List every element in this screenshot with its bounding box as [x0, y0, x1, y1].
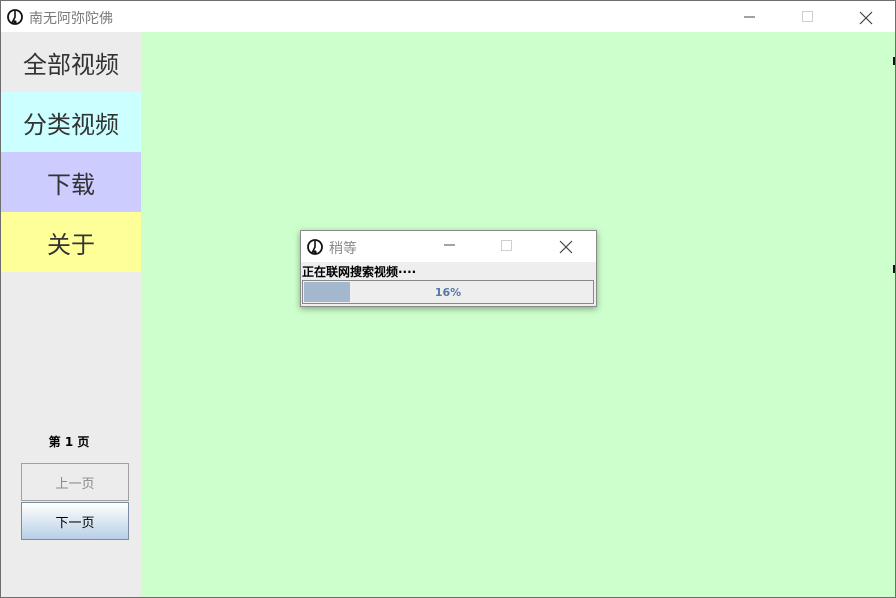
progress-bar: 16% — [302, 280, 594, 304]
video-content-area — [141, 32, 895, 597]
dialog-title-bar: 稍等 — [301, 231, 596, 262]
title-bar: 南无阿弥陀佛 — [1, 1, 895, 32]
edge-mark — [893, 265, 895, 273]
app-logo-icon — [307, 239, 323, 255]
sidebar-item-about[interactable]: 关于 — [1, 212, 141, 272]
wait-dialog: 稍等 正在联网搜索视频···· 16% — [300, 230, 597, 307]
prev-page-button[interactable]: 上一页 — [21, 463, 129, 501]
dialog-message: 正在联网搜索视频···· — [302, 265, 417, 279]
minimize-button[interactable] — [727, 1, 773, 32]
dialog-close-button[interactable] — [545, 231, 585, 262]
close-icon — [559, 240, 573, 254]
next-page-button[interactable]: 下一页 — [21, 502, 129, 540]
sidebar-item-download[interactable]: 下载 — [1, 152, 141, 212]
sidebar: 全部视频 分类视频 下载 关于 第 1 页 上一页 下一页 — [1, 32, 141, 597]
maximize-icon — [501, 240, 512, 251]
window-title: 南无阿弥陀佛 — [29, 11, 113, 27]
progress-text: 16% — [434, 285, 462, 299]
maximize-button[interactable] — [785, 1, 831, 32]
minimize-icon — [744, 16, 755, 18]
sidebar-item-all-videos[interactable]: 全部视频 — [1, 32, 141, 92]
close-button[interactable] — [842, 1, 888, 32]
dialog-minimize-button[interactable] — [430, 231, 470, 262]
close-icon — [859, 11, 873, 25]
maximize-icon — [802, 11, 813, 22]
dialog-title: 稍等 — [329, 241, 357, 257]
sidebar-item-category-videos[interactable]: 分类视频 — [1, 92, 141, 152]
page-indicator: 第 1 页 — [48, 435, 90, 449]
minimize-icon — [444, 244, 455, 246]
edge-mark — [893, 57, 895, 65]
dialog-maximize-button[interactable] — [487, 231, 527, 262]
app-logo-icon — [7, 9, 23, 25]
